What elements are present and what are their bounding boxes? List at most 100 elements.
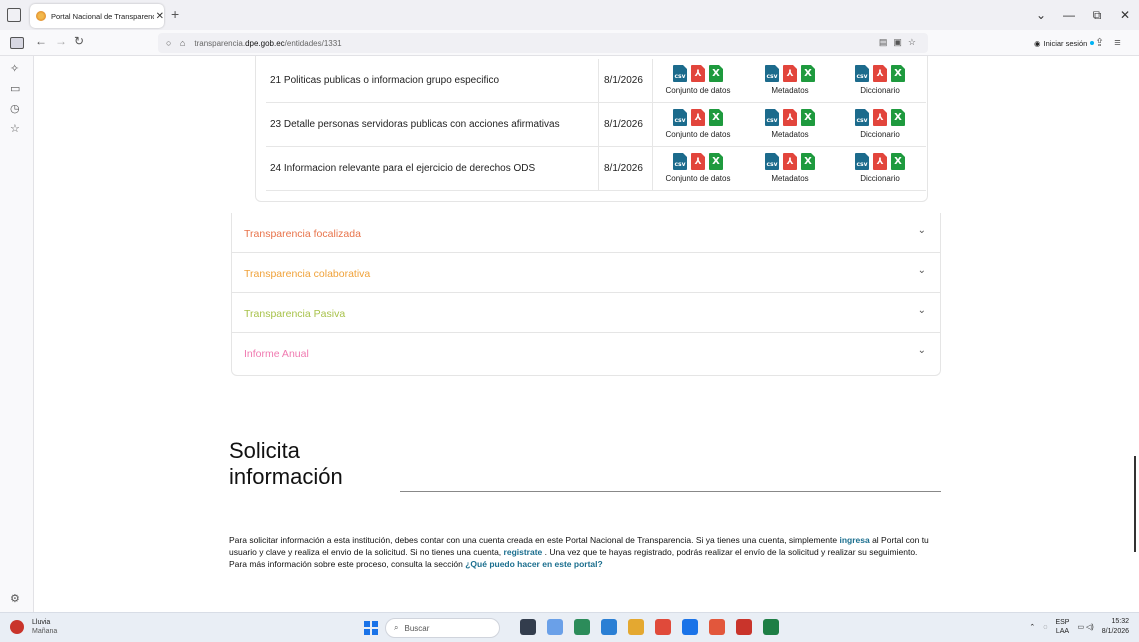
new-tab-button[interactable]: + xyxy=(171,6,179,22)
lang-top: ESP xyxy=(1055,619,1070,626)
solicita-title-line1: Solicita xyxy=(229,438,300,463)
accordion-item[interactable]: Transparencia colaborativa ⌄ xyxy=(232,253,940,293)
taskbar-app-icon[interactable] xyxy=(574,619,590,635)
excel-download-icon[interactable]: X xyxy=(891,65,905,82)
history-icon[interactable]: ◷ xyxy=(10,102,20,115)
customize-sidebar-icon[interactable]: ⚙ xyxy=(10,592,20,605)
tab-list-icon[interactable] xyxy=(7,8,21,22)
column-divider xyxy=(652,59,653,103)
column-divider xyxy=(598,59,599,103)
file-group-datos: csv ⅄ X Conjunto de datos xyxy=(658,109,738,139)
list-all-tabs-button[interactable]: ⌄ xyxy=(1027,8,1055,22)
csv-download-icon[interactable]: csv xyxy=(673,109,687,126)
excel-download-icon[interactable]: X xyxy=(891,109,905,126)
accordion-item[interactable]: Transparencia Pasiva ⌄ xyxy=(232,293,940,333)
csv-download-icon[interactable]: csv xyxy=(673,153,687,170)
address-bar[interactable]: ○ ⌂ transparencia. dpe.gob.ec/entidades/1… xyxy=(158,33,928,53)
solicita-text-1: Para solicitar información a esta instit… xyxy=(229,535,840,545)
pdf-download-icon[interactable]: ⅄ xyxy=(783,109,797,126)
dataset-date: 8/1/2026 xyxy=(604,75,643,86)
taskbar-app-icon[interactable] xyxy=(628,619,644,635)
csv-download-icon[interactable]: csv xyxy=(855,65,869,82)
taskbar-app-icon[interactable] xyxy=(520,619,536,635)
pdf-download-icon[interactable]: ⅄ xyxy=(691,65,705,82)
pdf-download-icon[interactable]: ⅄ xyxy=(691,153,705,170)
csv-download-icon[interactable]: csv xyxy=(765,153,779,170)
clock[interactable]: 15:32 8/1/2026 xyxy=(1102,617,1129,637)
tab-close-icon[interactable]: ✕ xyxy=(156,11,164,22)
excel-download-icon[interactable]: X xyxy=(709,109,723,126)
csv-download-icon[interactable]: csv xyxy=(855,109,869,126)
solicita-paragraph: Para solicitar información a esta instit… xyxy=(229,534,949,570)
forward-arrow-icon[interactable]: → xyxy=(55,34,67,48)
file-group-label: Diccionario xyxy=(860,174,900,183)
taskbar-app-icon[interactable] xyxy=(601,619,617,635)
accordion-item[interactable]: Transparencia focalizada ⌄ xyxy=(232,213,940,253)
chevron-down-icon: ⌄ xyxy=(917,305,926,316)
csv-download-icon[interactable]: csv xyxy=(855,153,869,170)
que-puedo-hacer-link[interactable]: ¿Qué puedo hacer en este portal? xyxy=(465,559,602,569)
tab-title: Portal Nacional de Transparenc xyxy=(51,11,154,21)
back-arrow-icon[interactable]: ← xyxy=(35,34,47,48)
volume-icon[interactable]: ▭ ◁) xyxy=(1077,623,1093,631)
ingresa-link[interactable]: ingresa xyxy=(839,535,869,545)
accordion-title: Transparencia colaborativa xyxy=(244,268,371,280)
search-icon: ⌕ xyxy=(394,623,399,632)
pdf-download-icon[interactable]: ⅄ xyxy=(691,109,705,126)
clock-time: 15:32 xyxy=(1111,618,1129,625)
pdf-download-icon[interactable]: ⅄ xyxy=(873,153,887,170)
ai-chat-icon[interactable]: ✧ xyxy=(10,62,19,75)
security-lock-icon: ○ ⌂ xyxy=(166,38,189,48)
language-indicator[interactable]: ESP LAA xyxy=(1055,618,1069,636)
csv-download-icon[interactable]: csv xyxy=(673,65,687,82)
taskbar-apps xyxy=(520,619,779,635)
csv-download-icon[interactable]: csv xyxy=(765,109,779,126)
solicita-title: Solicita información xyxy=(229,438,343,490)
dataset-name: 21 Politicas publicas o informacion grup… xyxy=(270,75,500,86)
csv-download-icon[interactable]: csv xyxy=(765,65,779,82)
taskbar-app-icon[interactable] xyxy=(736,619,752,635)
excel-download-icon[interactable]: X xyxy=(709,153,723,170)
minimize-button[interactable]: — xyxy=(1055,8,1083,22)
accordion-title: Transparencia focalizada xyxy=(244,228,361,240)
notification-dot-icon xyxy=(1090,41,1095,45)
clock-date: 8/1/2026 xyxy=(1101,628,1129,635)
menu-icon[interactable]: ⇪≡ xyxy=(1095,36,1131,49)
synced-tabs-icon[interactable]: ▭ xyxy=(10,82,20,95)
taskbar-search[interactable]: ⌕ Buscar xyxy=(385,618,500,638)
dataset-name: 23 Detalle personas servidoras publicas … xyxy=(270,119,560,130)
active-tab[interactable]: Portal Nacional de Transparenc ✕ xyxy=(30,4,164,28)
registrate-link[interactable]: registrate xyxy=(504,547,543,557)
taskbar-app-icon[interactable] xyxy=(763,619,779,635)
reload-icon[interactable]: ↻ xyxy=(74,34,84,48)
excel-download-icon[interactable]: X xyxy=(891,153,905,170)
excel-download-icon[interactable]: X xyxy=(709,65,723,82)
taskbar-app-icon[interactable] xyxy=(709,619,725,635)
sidebar-toggle-icon[interactable] xyxy=(10,37,24,49)
reader-view-icon[interactable]: ▤▣☆ xyxy=(879,37,922,48)
close-window-button[interactable]: ✕ xyxy=(1111,8,1139,22)
excel-download-icon[interactable]: X xyxy=(801,153,815,170)
pdf-download-icon[interactable]: ⅄ xyxy=(873,65,887,82)
start-button[interactable] xyxy=(364,621,378,635)
tray-chevron-icon[interactable]: ⌃ xyxy=(1029,623,1035,631)
bookmarks-icon[interactable]: ☆ xyxy=(10,122,20,135)
page-scrollbar[interactable] xyxy=(1134,456,1136,552)
accordion-item[interactable]: Informe Anual ⌄ xyxy=(232,333,940,373)
pdf-download-icon[interactable]: ⅄ xyxy=(783,65,797,82)
table-row: 24 Informacion relevante para el ejercic… xyxy=(266,147,926,191)
file-group-label: Diccionario xyxy=(860,130,900,139)
file-group-diccionario: csv ⅄ X Diccionario xyxy=(840,65,920,95)
taskbar-app-icon[interactable] xyxy=(547,619,563,635)
excel-download-icon[interactable]: X xyxy=(801,109,815,126)
network-icon[interactable]: ◌ xyxy=(1043,624,1047,631)
chevron-down-icon: ⌄ xyxy=(917,345,926,356)
taskbar-app-icon[interactable] xyxy=(682,619,698,635)
taskbar-app-icon[interactable] xyxy=(655,619,671,635)
browser-sidebar: ✧ ▭ ◷ ☆ ⚙ xyxy=(0,56,34,612)
maximize-button[interactable]: ⧉ xyxy=(1083,8,1111,23)
pdf-download-icon[interactable]: ⅄ xyxy=(783,153,797,170)
login-button[interactable]: ◉ Iniciar sesión xyxy=(1028,35,1100,51)
excel-download-icon[interactable]: X xyxy=(801,65,815,82)
pdf-download-icon[interactable]: ⅄ xyxy=(873,109,887,126)
